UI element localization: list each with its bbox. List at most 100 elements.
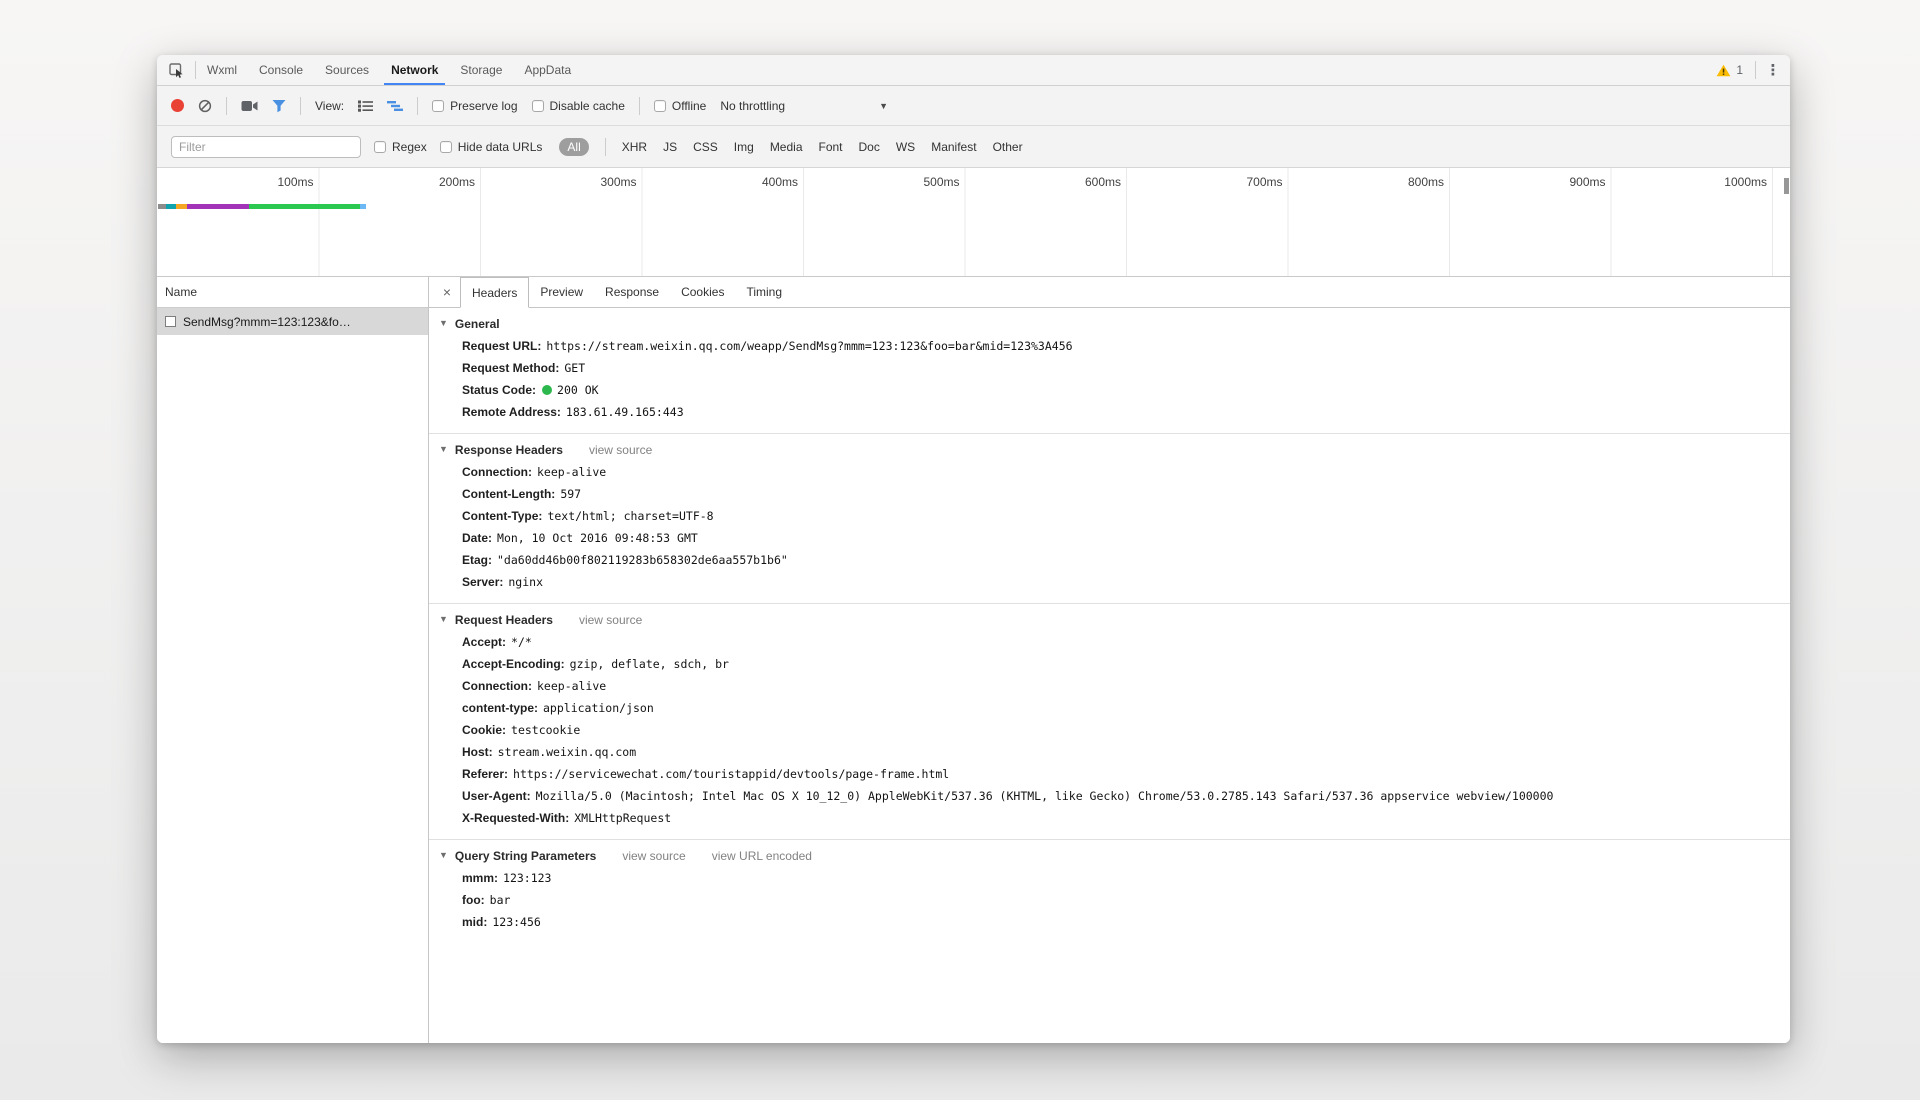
divider — [300, 96, 301, 115]
inspect-icon — [168, 62, 184, 78]
headers-content: ▼ General Request URL: https://stream.weixi… — [429, 308, 1790, 1043]
section-title: General — [454, 317, 500, 331]
timeline-overview[interactable]: 100ms 200ms 300ms 400ms 500ms 600ms 700ms 800ms… — [157, 168, 1790, 277]
use-large-rows-button[interactable] — [358, 100, 374, 112]
header-field: Connection: keep-alive — [429, 675, 1790, 697]
regex-checkbox[interactable]: Regex — [374, 140, 427, 154]
timeline-ruler: 100ms 200ms 300ms 400ms 500ms 600ms 700ms 800ms… — [157, 168, 1790, 196]
show-overview-button[interactable] — [387, 100, 404, 112]
details-tab-preview[interactable]: Preview — [529, 277, 594, 307]
field-value: XMLHttpRequest — [574, 811, 672, 825]
disable-cache-checkbox[interactable]: Disable cache — [531, 99, 625, 113]
field-value: Mon, 10 Oct 2016 09:48:53 GMT — [497, 531, 698, 545]
waterfall-segment — [166, 204, 176, 209]
hide-data-urls-checkbox[interactable]: Hide data URLs — [439, 140, 542, 154]
filter-input[interactable] — [171, 135, 361, 158]
timeline-tick-label: 100ms — [277, 175, 314, 189]
filter-type-font[interactable]: Font — [819, 140, 843, 154]
inspect-element-button[interactable] — [157, 55, 195, 85]
offline-checkbox[interactable]: Offline — [653, 98, 707, 113]
header-field: X-Requested-With: XMLHttpRequest — [429, 807, 1790, 829]
field-value: stream.weixin.qq.com — [497, 745, 637, 759]
field-name: Status Code: — [462, 383, 537, 397]
field-name: Date: — [462, 531, 493, 545]
filter-toggle-button[interactable] — [272, 99, 286, 113]
capture-screenshots-button[interactable] — [241, 100, 258, 112]
disclosure-triangle-icon: ▼ — [439, 318, 448, 328]
network-filter-bar: Regex Hide data URLs All XHR JS CSS Img Media… — [157, 126, 1790, 168]
overview-scrollbar[interactable] — [1784, 178, 1789, 194]
section-header-response-headers[interactable]: ▼ Response Headers view source — [429, 440, 1790, 461]
section-title: Response Headers — [454, 443, 563, 457]
view-URL-encoded-link[interactable]: view URL encoded — [712, 849, 812, 863]
details-tab-cookies[interactable]: Cookies — [670, 277, 735, 307]
view-source-link[interactable]: view source — [622, 849, 685, 863]
tab-network[interactable]: Network — [380, 55, 449, 85]
header-field: Connection: keep-alive — [429, 461, 1790, 483]
tab-appdata[interactable]: AppData — [513, 55, 582, 85]
field-value: GET — [564, 361, 586, 375]
tab-wxml[interactable]: Wxml — [196, 55, 248, 85]
filter-type-doc[interactable]: Doc — [859, 140, 880, 154]
field-name: mmm: — [462, 871, 499, 885]
kebab-menu-button[interactable]: ⋮ — [1756, 55, 1790, 85]
preserve-log-checkbox[interactable]: Preserve log — [432, 98, 518, 113]
field-name: X-Requested-With: — [462, 811, 570, 825]
filter-type-other[interactable]: Other — [993, 140, 1023, 154]
details-tabs: Headers Preview Response Cookies Timing — [460, 277, 793, 308]
chevron-down-icon: ▼ — [879, 100, 888, 111]
filter-type-xhr[interactable]: XHR — [622, 140, 647, 154]
section-header-request-headers[interactable]: ▼ Request Headers view source — [429, 610, 1790, 631]
timeline-tick-label: 800ms — [1407, 175, 1444, 189]
details-tab-timing[interactable]: Timing — [735, 277, 793, 307]
field-value: bar — [489, 893, 511, 907]
field-name: User-Agent: — [462, 789, 531, 803]
record-button[interactable] — [171, 99, 184, 112]
section-header-query-string-parameters[interactable]: ▼ Query String Parameters view source view … — [429, 846, 1790, 867]
waterfall-segment — [187, 204, 249, 209]
tab-console[interactable]: Console — [248, 55, 314, 85]
checkbox-icon — [531, 99, 544, 112]
disclosure-triangle-icon: ▼ — [439, 614, 448, 624]
preserve-log-label: Preserve log — [450, 98, 518, 113]
field-name: Accept: — [462, 635, 507, 649]
filter-type-all[interactable]: All — [559, 137, 589, 156]
field-value: keep-alive — [537, 465, 607, 479]
field-value: */* — [511, 635, 532, 649]
field-value: gzip, deflate, sdch, br — [569, 657, 729, 671]
timeline-tick-label: 200ms — [438, 175, 475, 189]
filter-type-ws[interactable]: WS — [896, 140, 915, 154]
filter-type-img[interactable]: Img — [734, 140, 754, 154]
tabbar-spacer — [582, 55, 1704, 85]
checkbox-icon — [439, 140, 452, 153]
header-field: Etag: "da60dd46b00f802119283b658302de6aa5… — [429, 549, 1790, 571]
section-header-general[interactable]: ▼ General — [429, 314, 1790, 335]
warning-badge[interactable]: 1 — [1704, 55, 1755, 85]
request-row[interactable]: SendMsg?mmm=123:123&fo… — [157, 308, 428, 335]
section-response-headers: ▼ Response Headers view source Connection: k… — [429, 434, 1790, 604]
clear-button[interactable] — [198, 99, 212, 113]
filter-type-media[interactable]: Media — [770, 140, 803, 154]
tab-storage[interactable]: Storage — [449, 55, 513, 85]
divider — [604, 137, 606, 156]
filter-type-manifest[interactable]: Manifest — [931, 140, 976, 154]
timeline-tick-label: 400ms — [761, 175, 798, 189]
field-value: 183.61.49.165:443 — [565, 405, 684, 419]
details-tab-headers[interactable]: Headers — [460, 277, 530, 308]
timeline-tick-label: 900ms — [1569, 175, 1606, 189]
header-field: foo: bar — [429, 889, 1790, 911]
filter-type-js[interactable]: JS — [663, 140, 677, 154]
field-value: 123:456 — [492, 915, 541, 929]
timeline-tick-label: 700ms — [1246, 175, 1283, 189]
view-source-link[interactable]: view source — [579, 613, 642, 627]
field-name: Connection: — [462, 465, 532, 479]
offline-label: Offline — [671, 98, 707, 113]
filter-type-css[interactable]: CSS — [693, 140, 718, 154]
details-tab-response[interactable]: Response — [594, 277, 670, 307]
tab-sources[interactable]: Sources — [314, 55, 380, 85]
field-value: application/json — [543, 701, 654, 715]
close-details-button[interactable]: × — [434, 277, 460, 307]
throttling-select[interactable]: No throttling ▼ — [720, 99, 888, 113]
view-source-link[interactable]: view source — [589, 443, 652, 457]
name-column-header[interactable]: Name — [157, 277, 428, 308]
